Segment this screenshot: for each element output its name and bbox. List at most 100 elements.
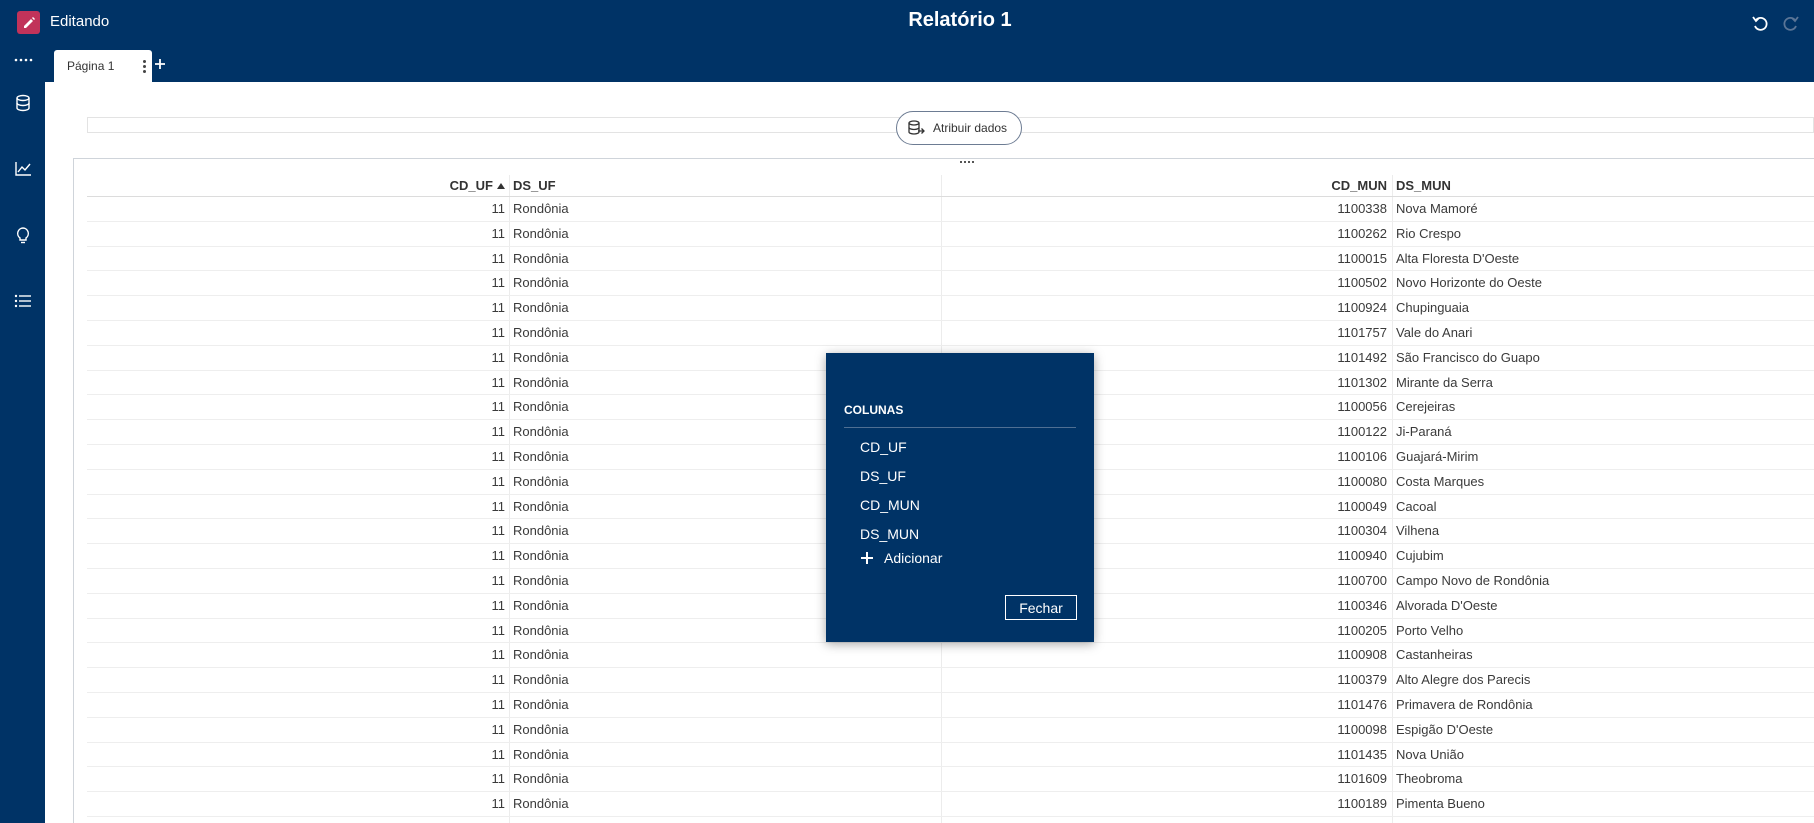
assign-data-label: Atribuir dados [933,121,1008,135]
cd-mun-cell: 1100338 [1337,201,1387,216]
ds-uf-cell: Rondônia [513,597,569,613]
table-row[interactable]: 11 Rondônia 1100338 Nova Mamoré [87,197,1814,222]
cd-uf-cell: 11 [491,647,506,663]
ds-mun-cell: Castanheiras [1396,647,1473,663]
cd-mun-cell: 1101435 [1337,746,1387,762]
cd-uf-cell: 11 [491,796,506,812]
handle-dot [968,161,970,163]
column-item-ds-mun[interactable]: DS_MUN [860,520,920,549]
cd-uf-cell: 11 [491,672,506,688]
ds-mun-cell: Nova União [1396,746,1464,762]
ds-uf-cell: Rondônia [513,201,569,216]
redo-button[interactable] [1780,12,1802,34]
ds-uf-cell: Rondônia [513,696,569,712]
rail-objects-button[interactable] [0,153,45,185]
column-header-label: CD_MUN [1331,178,1387,193]
rail-outline-button[interactable] [0,285,45,317]
columns-list: CD_UF DS_UF CD_MUN DS_MUN [860,433,920,549]
rail-suggestions-button[interactable] [0,220,45,252]
ds-mun-cell: Costa Marques [1396,473,1485,489]
cd-mun-cell: 1100262 [1337,225,1387,241]
ds-uf-cell: Rondônia [513,448,569,464]
cd-uf-cell: 11 [491,597,506,613]
cd-mun-cell: 1100098 [1337,721,1387,737]
more-dots-icon [14,58,32,62]
cd-uf-cell: 11 [491,374,506,390]
chart-line-icon [14,162,31,176]
ds-mun-cell: Guajará-Mirim [1396,448,1479,464]
table-header: CD_UF DS_UF CD_MUN DS_MUN [87,175,1814,197]
table-row[interactable]: 11 Rondônia 1101609 Theobroma [87,767,1814,793]
table-row[interactable]: 11 Rondônia 1100908 Castanheiras [87,643,1814,669]
ds-uf-cell: Rondônia [513,349,569,365]
cd-mun-cell: 1101476 [1337,696,1387,712]
cd-uf-cell: 11 [491,275,506,291]
table-row[interactable]: 11 Rondônia 1100924 Chupinguaia [87,296,1814,321]
column-header-cd-uf[interactable]: CD_UF [87,178,505,193]
ds-mun-cell: Ji-Paraná [1396,424,1452,440]
ds-uf-cell: Rondônia [513,721,569,737]
table-row[interactable]: 11 Rondônia 1100098 Espigão D'Oeste [87,718,1814,743]
ds-mun-cell: Cacoal [1396,498,1437,514]
handle-dot [964,161,966,163]
cd-mun-cell: 1101757 [1337,324,1387,340]
ds-mun-cell: Alta Floresta D'Oeste [1396,250,1520,266]
report-title[interactable]: Relatório 1 [0,9,1814,32]
column-item-cd-uf[interactable]: CD_UF [860,433,920,462]
column-header-ds-uf[interactable]: DS_UF [513,178,556,193]
cd-mun-cell: 1100502 [1337,275,1387,291]
ds-uf-cell: Rondônia [513,572,569,588]
ds-mun-cell: Porto Velho [1396,622,1464,638]
table-row[interactable]: 11 Rondônia 1100502 Novo Horizonte do Oeste [87,271,1814,297]
ds-mun-cell: Espigão D'Oeste [1396,721,1494,737]
cd-mun-cell: 1100015 [1337,250,1387,266]
ds-uf-cell: Rondônia [513,498,569,514]
cd-uf-cell: 11 [491,548,506,564]
ds-mun-cell: Novo Horizonte do Oeste [1396,275,1542,291]
cd-uf-cell: 11 [491,300,506,316]
column-item-cd-mun[interactable]: CD_MUN [860,491,920,520]
ds-mun-cell: Cerejeiras [1396,399,1456,415]
rail-more-button[interactable] [0,44,45,76]
handle-dot [960,161,962,163]
column-header-label: DS_UF [513,178,556,193]
ds-mun-cell: Vilhena [1396,523,1440,539]
top-bar: Editando Relatório 1 [0,0,1814,44]
columns-popup: COLUNAS CD_UF DS_UF CD_MUN DS_MUN Adicio… [826,353,1094,642]
assign-data-button[interactable]: Atribuir dados [896,111,1022,145]
table-row[interactable]: 11 Rondônia 1101757 Vale do Anari [87,321,1814,346]
table-row[interactable]: 11 Rondônia 1100262 Rio Crespo [87,222,1814,247]
tab-menu-button[interactable] [138,57,150,75]
ds-uf-cell: Rondônia [513,250,569,266]
cd-uf-cell: 11 [491,225,506,241]
cd-uf-cell: 11 [491,771,506,787]
table-row[interactable]: 11 Rondônia 1100379 Alto Alegre dos Parecis [87,668,1814,693]
add-page-button[interactable] [150,54,170,74]
table-row[interactable]: 11 Rondônia 1101476 Primavera de Rondônia [87,693,1814,718]
table-row[interactable]: 11 Rondônia 1100189 Pimenta Bueno [87,792,1814,817]
ds-mun-cell: Alto Alegre dos Parecis [1396,672,1531,688]
ds-mun-cell: Vale do Anari [1396,324,1473,340]
ds-uf-cell: Rondônia [513,672,569,688]
ds-uf-cell: Rondônia [513,424,569,440]
column-header-ds-mun[interactable]: DS_MUN [1396,178,1451,193]
divider [844,427,1076,428]
resize-handle[interactable] [960,161,976,167]
ds-uf-cell: Rondônia [513,300,569,316]
ds-mun-cell: Rio Crespo [1396,225,1462,241]
cd-uf-cell: 11 [491,572,506,588]
ds-uf-cell: Rondônia [513,473,569,489]
tab-pagina-1[interactable]: Página 1 [54,50,152,82]
table-row[interactable]: 11 Rondônia 1100015 Alta Floresta D'Oeste [87,247,1814,272]
undo-button[interactable] [1749,12,1771,34]
handle-dot [972,161,974,163]
cd-uf-cell: 11 [491,250,506,266]
column-item-ds-uf[interactable]: DS_UF [860,462,920,491]
ds-mun-cell: Campo Novo de Rondônia [1396,572,1550,588]
add-column-button[interactable]: Adicionar [860,548,942,568]
table-row[interactable]: 11 Rondônia 1101435 Nova União [87,743,1814,768]
close-button[interactable]: Fechar [1005,595,1077,620]
column-header-cd-mun[interactable]: CD_MUN [987,178,1387,193]
add-column-label: Adicionar [884,550,943,566]
rail-data-button[interactable] [0,87,45,119]
